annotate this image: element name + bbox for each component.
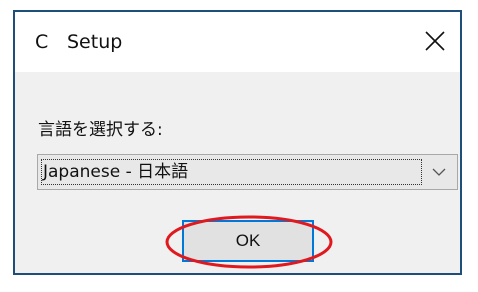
language-selected-value: Japanese - 日本語: [41, 159, 422, 185]
window-title: Setup: [67, 31, 123, 53]
ok-button[interactable]: OK: [182, 220, 314, 262]
dropdown-toggle[interactable]: [421, 155, 457, 189]
title-bar: C Setup: [15, 12, 460, 72]
chevron-down-icon: [432, 168, 446, 176]
setup-dialog: C Setup 言語を選択する: Japanese - 日本語 OK: [13, 10, 462, 275]
close-button[interactable]: [414, 12, 460, 72]
language-select[interactable]: Japanese - 日本語: [37, 154, 458, 190]
close-icon: [425, 31, 445, 51]
language-label: 言語を選択する:: [38, 120, 163, 140]
app-icon: C: [35, 31, 49, 53]
